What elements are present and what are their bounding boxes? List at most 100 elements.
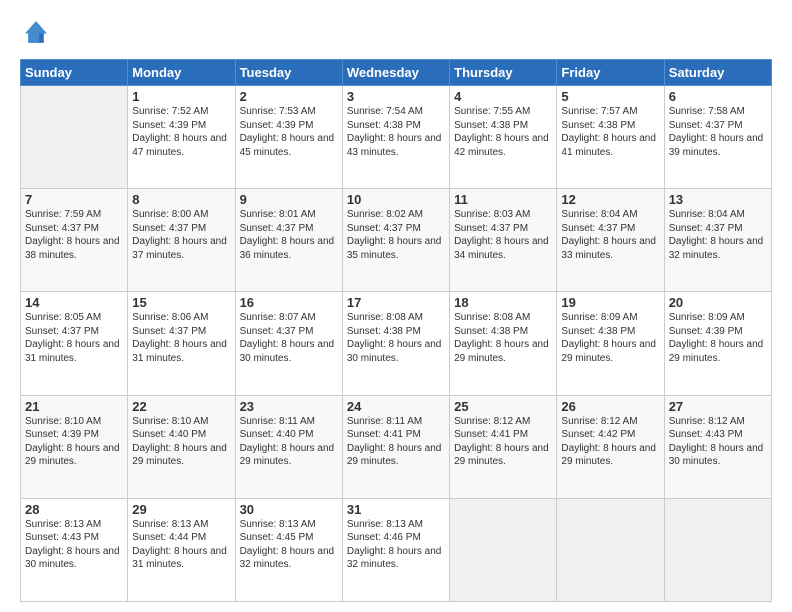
logo-icon: [22, 18, 50, 46]
calendar-week-row: 21 Sunrise: 8:10 AMSunset: 4:39 PMDaylig…: [21, 395, 772, 498]
calendar-cell: [450, 498, 557, 601]
calendar-cell: 24 Sunrise: 8:11 AMSunset: 4:41 PMDaylig…: [342, 395, 449, 498]
weekday-header-cell: Sunday: [21, 60, 128, 86]
day-number: 9: [240, 192, 338, 207]
calendar-cell: 31 Sunrise: 8:13 AMSunset: 4:46 PMDaylig…: [342, 498, 449, 601]
cell-text: Sunrise: 8:00 AMSunset: 4:37 PMDaylight:…: [132, 208, 230, 262]
calendar-cell: 22 Sunrise: 8:10 AMSunset: 4:40 PMDaylig…: [128, 395, 235, 498]
calendar-week-row: 14 Sunrise: 8:05 AMSunset: 4:37 PMDaylig…: [21, 292, 772, 395]
calendar-body: 1 Sunrise: 7:52 AMSunset: 4:39 PMDayligh…: [21, 86, 772, 602]
calendar-cell: 16 Sunrise: 8:07 AMSunset: 4:37 PMDaylig…: [235, 292, 342, 395]
day-number: 5: [561, 89, 659, 104]
cell-text: Sunrise: 7:57 AMSunset: 4:38 PMDaylight:…: [561, 105, 659, 159]
logo: [20, 18, 50, 51]
calendar-cell: 18 Sunrise: 8:08 AMSunset: 4:38 PMDaylig…: [450, 292, 557, 395]
day-number: 27: [669, 399, 767, 414]
cell-text: Sunrise: 8:11 AMSunset: 4:41 PMDaylight:…: [347, 415, 445, 469]
weekday-header-cell: Saturday: [664, 60, 771, 86]
calendar-cell: 1 Sunrise: 7:52 AMSunset: 4:39 PMDayligh…: [128, 86, 235, 189]
weekday-header-row: SundayMondayTuesdayWednesdayThursdayFrid…: [21, 60, 772, 86]
calendar-cell: 23 Sunrise: 8:11 AMSunset: 4:40 PMDaylig…: [235, 395, 342, 498]
weekday-header-cell: Tuesday: [235, 60, 342, 86]
page: SundayMondayTuesdayWednesdayThursdayFrid…: [0, 0, 792, 612]
cell-text: Sunrise: 8:09 AMSunset: 4:38 PMDaylight:…: [561, 311, 659, 365]
cell-text: Sunrise: 8:13 AMSunset: 4:46 PMDaylight:…: [347, 518, 445, 572]
day-number: 26: [561, 399, 659, 414]
day-number: 12: [561, 192, 659, 207]
day-number: 23: [240, 399, 338, 414]
calendar-cell: [21, 86, 128, 189]
day-number: 13: [669, 192, 767, 207]
day-number: 1: [132, 89, 230, 104]
cell-text: Sunrise: 7:58 AMSunset: 4:37 PMDaylight:…: [669, 105, 767, 159]
day-number: 6: [669, 89, 767, 104]
calendar-cell: 3 Sunrise: 7:54 AMSunset: 4:38 PMDayligh…: [342, 86, 449, 189]
cell-text: Sunrise: 8:11 AMSunset: 4:40 PMDaylight:…: [240, 415, 338, 469]
day-number: 18: [454, 295, 552, 310]
calendar-cell: 15 Sunrise: 8:06 AMSunset: 4:37 PMDaylig…: [128, 292, 235, 395]
day-number: 19: [561, 295, 659, 310]
calendar-cell: 8 Sunrise: 8:00 AMSunset: 4:37 PMDayligh…: [128, 189, 235, 292]
day-number: 28: [25, 502, 123, 517]
cell-text: Sunrise: 8:10 AMSunset: 4:39 PMDaylight:…: [25, 415, 123, 469]
cell-text: Sunrise: 8:12 AMSunset: 4:43 PMDaylight:…: [669, 415, 767, 469]
calendar-cell: 17 Sunrise: 8:08 AMSunset: 4:38 PMDaylig…: [342, 292, 449, 395]
day-number: 25: [454, 399, 552, 414]
day-number: 15: [132, 295, 230, 310]
cell-text: Sunrise: 8:12 AMSunset: 4:42 PMDaylight:…: [561, 415, 659, 469]
calendar-cell: 20 Sunrise: 8:09 AMSunset: 4:39 PMDaylig…: [664, 292, 771, 395]
day-number: 7: [25, 192, 123, 207]
day-number: 8: [132, 192, 230, 207]
calendar-cell: 4 Sunrise: 7:55 AMSunset: 4:38 PMDayligh…: [450, 86, 557, 189]
day-number: 20: [669, 295, 767, 310]
cell-text: Sunrise: 8:04 AMSunset: 4:37 PMDaylight:…: [561, 208, 659, 262]
day-number: 2: [240, 89, 338, 104]
cell-text: Sunrise: 8:03 AMSunset: 4:37 PMDaylight:…: [454, 208, 552, 262]
calendar-cell: [557, 498, 664, 601]
calendar-week-row: 7 Sunrise: 7:59 AMSunset: 4:37 PMDayligh…: [21, 189, 772, 292]
calendar-cell: 10 Sunrise: 8:02 AMSunset: 4:37 PMDaylig…: [342, 189, 449, 292]
cell-text: Sunrise: 8:07 AMSunset: 4:37 PMDaylight:…: [240, 311, 338, 365]
calendar-cell: 26 Sunrise: 8:12 AMSunset: 4:42 PMDaylig…: [557, 395, 664, 498]
calendar-cell: 29 Sunrise: 8:13 AMSunset: 4:44 PMDaylig…: [128, 498, 235, 601]
weekday-header-cell: Wednesday: [342, 60, 449, 86]
weekday-header-cell: Thursday: [450, 60, 557, 86]
day-number: 4: [454, 89, 552, 104]
cell-text: Sunrise: 7:55 AMSunset: 4:38 PMDaylight:…: [454, 105, 552, 159]
day-number: 30: [240, 502, 338, 517]
calendar-cell: 25 Sunrise: 8:12 AMSunset: 4:41 PMDaylig…: [450, 395, 557, 498]
calendar-table: SundayMondayTuesdayWednesdayThursdayFrid…: [20, 59, 772, 602]
day-number: 31: [347, 502, 445, 517]
weekday-header-cell: Friday: [557, 60, 664, 86]
cell-text: Sunrise: 8:01 AMSunset: 4:37 PMDaylight:…: [240, 208, 338, 262]
calendar-cell: 2 Sunrise: 7:53 AMSunset: 4:39 PMDayligh…: [235, 86, 342, 189]
calendar-cell: 14 Sunrise: 8:05 AMSunset: 4:37 PMDaylig…: [21, 292, 128, 395]
weekday-header-cell: Monday: [128, 60, 235, 86]
day-number: 24: [347, 399, 445, 414]
calendar-cell: 19 Sunrise: 8:09 AMSunset: 4:38 PMDaylig…: [557, 292, 664, 395]
header: [20, 18, 772, 51]
cell-text: Sunrise: 8:12 AMSunset: 4:41 PMDaylight:…: [454, 415, 552, 469]
day-number: 11: [454, 192, 552, 207]
cell-text: Sunrise: 8:04 AMSunset: 4:37 PMDaylight:…: [669, 208, 767, 262]
calendar-cell: 28 Sunrise: 8:13 AMSunset: 4:43 PMDaylig…: [21, 498, 128, 601]
calendar-cell: [664, 498, 771, 601]
calendar-cell: 5 Sunrise: 7:57 AMSunset: 4:38 PMDayligh…: [557, 86, 664, 189]
cell-text: Sunrise: 7:54 AMSunset: 4:38 PMDaylight:…: [347, 105, 445, 159]
day-number: 16: [240, 295, 338, 310]
day-number: 3: [347, 89, 445, 104]
cell-text: Sunrise: 8:10 AMSunset: 4:40 PMDaylight:…: [132, 415, 230, 469]
cell-text: Sunrise: 8:13 AMSunset: 4:44 PMDaylight:…: [132, 518, 230, 572]
calendar-cell: 30 Sunrise: 8:13 AMSunset: 4:45 PMDaylig…: [235, 498, 342, 601]
day-number: 17: [347, 295, 445, 310]
calendar-cell: 9 Sunrise: 8:01 AMSunset: 4:37 PMDayligh…: [235, 189, 342, 292]
day-number: 29: [132, 502, 230, 517]
day-number: 21: [25, 399, 123, 414]
calendar-cell: 13 Sunrise: 8:04 AMSunset: 4:37 PMDaylig…: [664, 189, 771, 292]
cell-text: Sunrise: 7:52 AMSunset: 4:39 PMDaylight:…: [132, 105, 230, 159]
calendar-cell: 27 Sunrise: 8:12 AMSunset: 4:43 PMDaylig…: [664, 395, 771, 498]
cell-text: Sunrise: 8:05 AMSunset: 4:37 PMDaylight:…: [25, 311, 123, 365]
calendar-week-row: 28 Sunrise: 8:13 AMSunset: 4:43 PMDaylig…: [21, 498, 772, 601]
cell-text: Sunrise: 8:06 AMSunset: 4:37 PMDaylight:…: [132, 311, 230, 365]
day-number: 22: [132, 399, 230, 414]
